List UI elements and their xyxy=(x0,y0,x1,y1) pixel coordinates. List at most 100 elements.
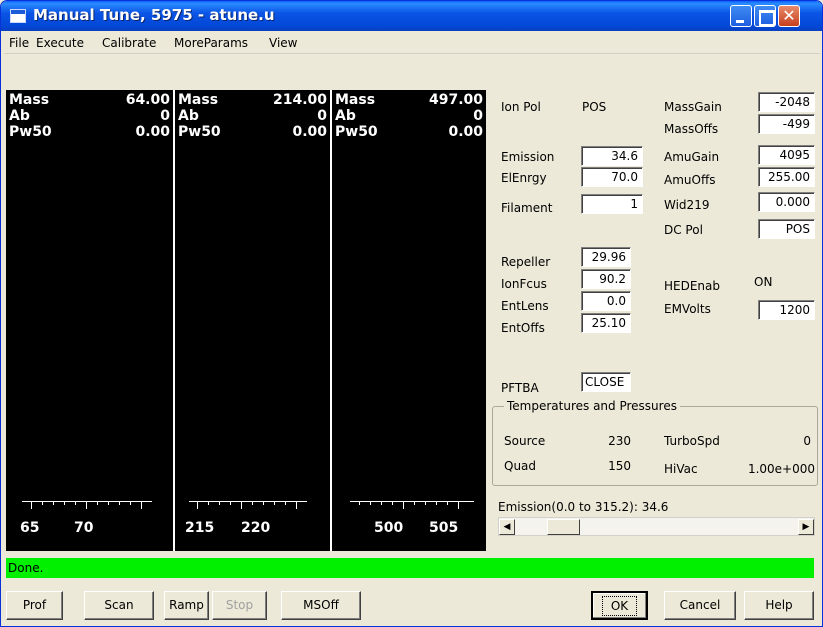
axis-tick xyxy=(130,501,131,505)
axis-tick xyxy=(219,501,220,505)
axis-tick xyxy=(53,501,54,505)
axis-tick xyxy=(381,501,382,505)
pftba-label: PFTBA xyxy=(501,381,539,395)
emission-scrollbar[interactable]: ◀ ▶ xyxy=(498,517,815,536)
axis-tick xyxy=(458,501,459,509)
massoffs-label: MassOffs xyxy=(664,122,719,136)
menu-bar: File Execute Calibrate MoreParams View xyxy=(4,32,820,54)
emvolts-field[interactable]: 1200 xyxy=(758,300,815,320)
axis-tick xyxy=(97,501,98,505)
axis-tick xyxy=(64,501,65,505)
window-title: Manual Tune, 5975 - atune.u xyxy=(33,6,275,24)
spectrum-panel-1: Mass 64.00 Ab 0 Pw50 0.00 65 70 xyxy=(6,90,173,551)
elenergy-field[interactable]: 70.0 xyxy=(581,167,643,187)
emission-label: Emission xyxy=(501,150,555,164)
ab-label: Ab xyxy=(9,108,30,124)
help-button[interactable]: Help xyxy=(744,591,814,620)
axis-tick xyxy=(119,501,120,505)
menu-execute[interactable]: Execute xyxy=(36,36,84,50)
repeller-field[interactable]: 29.96 xyxy=(581,247,631,267)
menu-file[interactable]: File xyxy=(9,36,29,50)
entoffs-label: EntOffs xyxy=(501,321,545,335)
quad-label: Quad xyxy=(504,459,537,473)
title-bar[interactable]: Manual Tune, 5975 - atune.u ✕ xyxy=(1,1,822,31)
maximize-button[interactable] xyxy=(754,5,776,27)
menu-calibrate[interactable]: Calibrate xyxy=(102,36,156,50)
massoffs-field[interactable]: -499 xyxy=(758,114,815,134)
axis-tick xyxy=(359,501,360,505)
pftba-field[interactable]: CLOSE xyxy=(581,372,631,392)
amuoffs-label: AmuOffs xyxy=(664,173,716,187)
spectrum-panel-2: Mass 214.00 Ab 0 Pw50 0.00 215 220 xyxy=(175,90,330,551)
ion-pol-value: POS xyxy=(582,100,607,114)
axis-tick-label: 215 xyxy=(185,520,215,536)
hivac-label: HiVac xyxy=(664,462,698,476)
status-bar: Done. xyxy=(6,558,814,578)
axis-tick xyxy=(403,501,404,509)
repeller-label: Repeller xyxy=(501,255,551,269)
spectra-display: Mass 64.00 Ab 0 Pw50 0.00 65 70 Mass 214… xyxy=(6,90,486,551)
axis-tick xyxy=(230,501,231,505)
dcpol-field[interactable]: POS xyxy=(758,219,815,239)
ionfocus-field[interactable]: 90.2 xyxy=(581,269,631,289)
ionfocus-label: IonFcus xyxy=(501,277,547,291)
wid219-field[interactable]: 0.000 xyxy=(758,192,815,212)
scroll-right-button[interactable]: ▶ xyxy=(798,519,814,535)
ok-button[interactable]: OK xyxy=(591,591,648,620)
axis-tick-label: 505 xyxy=(429,520,459,536)
entoffs-field[interactable]: 25.10 xyxy=(581,313,631,333)
source-value: 230 xyxy=(608,434,631,448)
mass-label: Mass xyxy=(9,92,50,108)
axis-tick xyxy=(208,501,209,505)
amugain-label: AmuGain xyxy=(664,150,720,164)
axis-tick xyxy=(370,501,371,505)
turbospd-label: TurboSpd xyxy=(664,434,720,448)
close-button[interactable]: ✕ xyxy=(778,5,800,27)
axis-tick-label: 500 xyxy=(374,520,404,536)
hivac-value: 1.00e+000 xyxy=(747,462,815,476)
amugain-field[interactable]: 4095 xyxy=(758,145,815,165)
mass-axis xyxy=(350,501,474,502)
ok-label: OK xyxy=(601,596,638,616)
massgain-field[interactable]: -2048 xyxy=(758,92,815,112)
scroll-left-button[interactable]: ◀ xyxy=(499,519,515,535)
entlens-label: EntLens xyxy=(501,299,549,313)
pw50-value: 0.00 xyxy=(448,124,483,140)
mass-axis xyxy=(189,501,307,502)
scan-button[interactable]: Scan xyxy=(84,591,154,620)
ramp-button[interactable]: Ramp xyxy=(164,591,209,620)
axis-tick xyxy=(274,501,275,505)
turbospd-value: 0 xyxy=(803,434,811,448)
stop-button[interactable]: Stop xyxy=(212,591,267,620)
axis-tick xyxy=(197,501,198,509)
axis-tick xyxy=(436,501,437,505)
mass-label: Mass xyxy=(178,92,219,108)
axis-tick xyxy=(86,501,87,509)
ab-value: 0 xyxy=(160,108,170,124)
axis-tick-label: 70 xyxy=(74,520,94,536)
entlens-field[interactable]: 0.0 xyxy=(581,291,631,311)
filament-label: Filament xyxy=(501,201,553,215)
axis-tick xyxy=(241,501,242,509)
prof-button[interactable]: Prof xyxy=(6,591,63,620)
close-icon: ✕ xyxy=(782,6,796,25)
minimize-button[interactable] xyxy=(730,5,752,27)
ab-label: Ab xyxy=(335,108,356,124)
menu-moreparams[interactable]: MoreParams xyxy=(174,36,248,50)
dcpol-label: DC Pol xyxy=(664,223,703,237)
filament-field[interactable]: 1 xyxy=(581,194,643,214)
axis-tick xyxy=(392,501,393,505)
scroll-thumb[interactable] xyxy=(547,519,580,535)
axis-tick xyxy=(31,501,32,509)
axis-tick-label: 65 xyxy=(20,520,40,536)
pw50-label: Pw50 xyxy=(335,124,378,140)
menu-view[interactable]: View xyxy=(269,36,297,50)
ab-label: Ab xyxy=(178,108,199,124)
msoff-button[interactable]: MSOff xyxy=(281,591,361,620)
emvolts-label: EMVolts xyxy=(664,302,711,316)
cancel-button[interactable]: Cancel xyxy=(664,591,736,620)
amuoffs-field[interactable]: 255.00 xyxy=(758,167,815,187)
emission-field[interactable]: 34.6 xyxy=(581,146,643,166)
spectrum-panel-3: Mass 497.00 Ab 0 Pw50 0.00 500 505 xyxy=(332,90,486,551)
emission-scroll-label: Emission(0.0 to 315.2): 34.6 xyxy=(498,500,669,514)
